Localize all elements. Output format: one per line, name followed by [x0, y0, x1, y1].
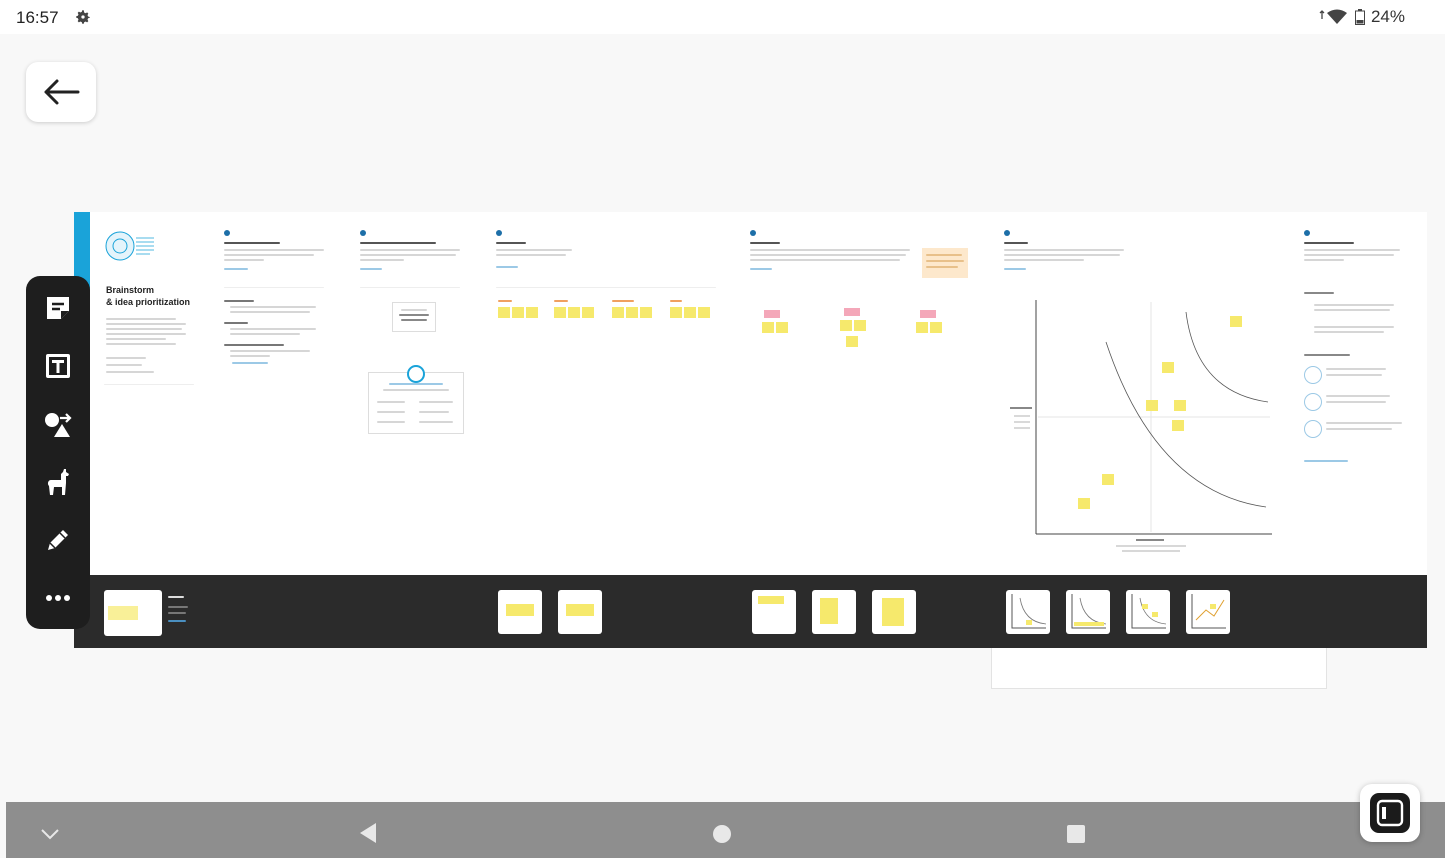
arrow-left-icon	[44, 79, 80, 105]
template-intro-panel: Brainstorm & idea prioritization	[74, 212, 211, 575]
nav-home-icon[interactable]	[712, 824, 732, 844]
nav-recents-icon[interactable]	[1066, 824, 1086, 844]
after-you-collaborate-panel	[1290, 212, 1427, 575]
prioritize-panel	[990, 212, 1291, 575]
shapes-tool[interactable]	[26, 397, 90, 451]
pen-tool[interactable]	[26, 513, 90, 567]
sticky-note-tool[interactable]	[26, 281, 90, 335]
status-time: 16:57	[16, 8, 59, 27]
brainstorm-panel	[482, 212, 737, 575]
more-tools-button[interactable]	[26, 571, 90, 625]
tip-card	[922, 248, 968, 278]
define-problem-statement-panel	[346, 212, 483, 575]
chevron-down-icon[interactable]	[40, 828, 60, 840]
pen-icon	[48, 530, 68, 550]
group-ideas-panel	[736, 212, 991, 575]
problem-statement-card	[392, 302, 436, 332]
nav-back-icon[interactable]	[358, 822, 378, 844]
creation-toolbar	[26, 276, 90, 629]
more-icon	[46, 595, 70, 601]
sticky-note-icon	[47, 297, 69, 319]
llama-icon	[47, 469, 69, 495]
prioritization-grid	[1010, 300, 1272, 552]
whiteboard-canvas[interactable]: Brainstorm & idea prioritization	[74, 212, 1427, 648]
system-navigation-bar	[6, 802, 1445, 858]
brainstorm-thumbnail-2	[558, 590, 602, 634]
shapes-icon	[45, 413, 72, 437]
template-preview-thumbnail	[104, 590, 162, 636]
back-button[interactable]	[26, 62, 96, 122]
group-ideas-thumbnail-2	[812, 590, 856, 634]
group-ideas-thumbnail-1	[752, 590, 796, 634]
prioritize-thumbnail-2	[1066, 590, 1110, 634]
problem-tips-card	[368, 365, 464, 434]
brainstorm-thumbnail-1	[498, 590, 542, 634]
group-ideas-thumbnail-3	[872, 590, 916, 634]
battery-percent: 24%	[1370, 7, 1405, 26]
gear-icon	[76, 10, 90, 24]
text-icon	[46, 354, 70, 378]
floating-widget-button[interactable]	[1360, 784, 1420, 842]
brain-illustration	[105, 231, 154, 261]
before-you-collaborate-panel	[210, 212, 347, 575]
status-indicators: 24%	[1319, 7, 1405, 27]
widget-icon	[1370, 793, 1410, 833]
prioritize-thumbnail-4	[1186, 590, 1230, 634]
llama-tool[interactable]	[26, 455, 90, 509]
status-bar: 16:57 24%	[0, 0, 1445, 34]
canvas-footer-card	[991, 648, 1327, 689]
text-tool[interactable]	[26, 339, 90, 393]
template-title: Brainstorm & idea prioritization	[106, 285, 191, 307]
wifi-icon	[1319, 9, 1347, 24]
battery-icon	[1354, 9, 1365, 25]
prioritize-thumbnail-1	[1006, 590, 1050, 634]
prioritize-thumbnail-3	[1126, 590, 1170, 634]
